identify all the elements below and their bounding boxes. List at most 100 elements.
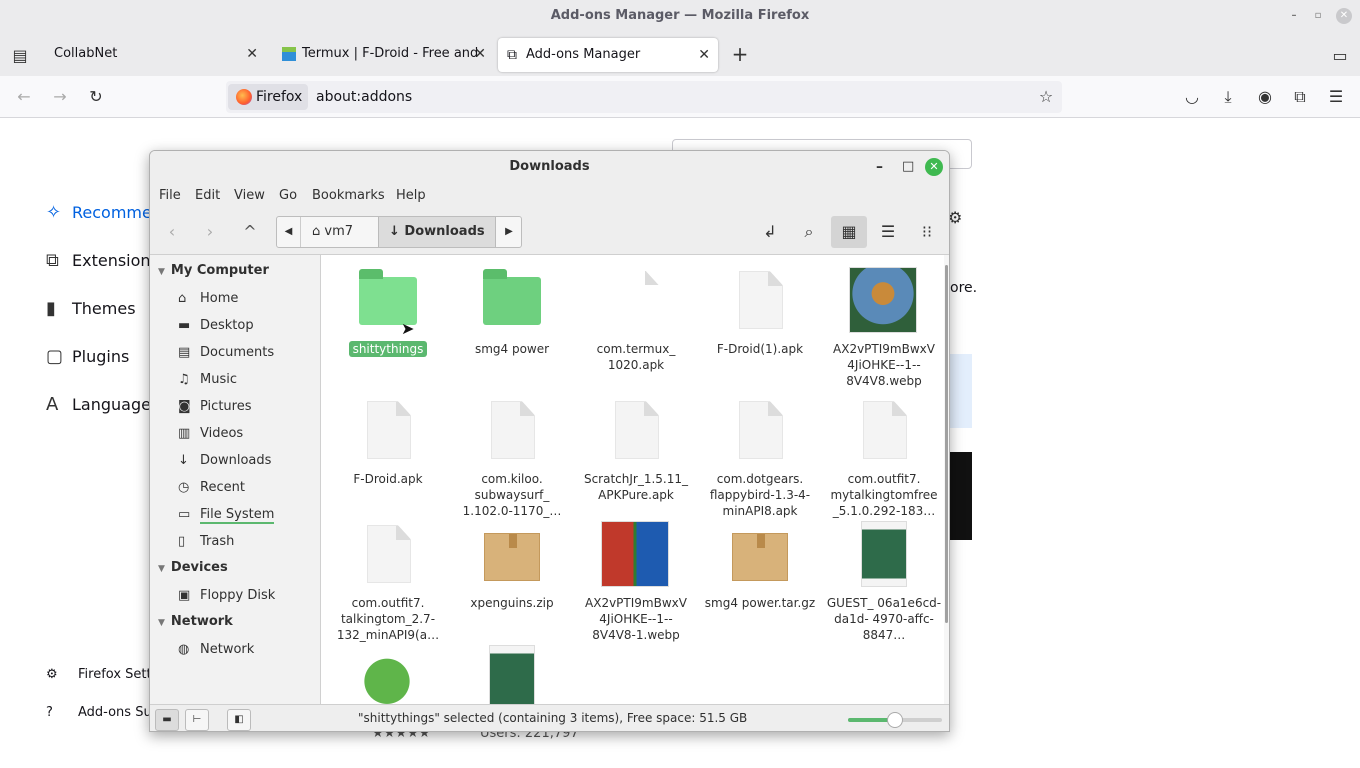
back-icon[interactable]: ‹ bbox=[154, 217, 190, 249]
section-network[interactable]: ▼ Network bbox=[158, 614, 233, 629]
file-item[interactable]: com.kiloo. subwaysurf_ 1.102.0-1170_… bbox=[450, 397, 574, 519]
pocket-icon[interactable]: ◡ bbox=[1182, 87, 1202, 107]
addons-gear-icon[interactable]: ⚙ bbox=[948, 208, 962, 227]
file-item[interactable]: com.outfit7. mytalkingtomfree _5.1.0.292… bbox=[822, 397, 944, 519]
search-icon[interactable]: ⌕ bbox=[791, 216, 827, 248]
close-window-icon[interactable]: ✕ bbox=[1336, 8, 1352, 24]
menu-view[interactable]: View bbox=[234, 188, 265, 203]
file-item[interactable]: F-Droid(1).apk bbox=[698, 267, 822, 357]
breadcrumb-vm7[interactable]: ⌂ vm7 bbox=[302, 217, 378, 247]
show-tree-icon[interactable]: ⊢ bbox=[185, 709, 209, 731]
url-bar[interactable]: Firefox about:addons ☆ bbox=[226, 81, 1062, 113]
file-item[interactable]: ScratchJr_1.5.11_ APKPure.apk bbox=[574, 397, 698, 503]
toggle-location-icon[interactable]: ↲ bbox=[752, 216, 788, 248]
menu-icon[interactable]: ☰ bbox=[1326, 87, 1346, 107]
file-item[interactable] bbox=[326, 645, 450, 704]
minimize-icon[interactable]: – bbox=[876, 151, 883, 183]
tab-collabnet[interactable]: CollabNet ✕ bbox=[44, 36, 266, 74]
firefox-view-icon[interactable]: ▤ bbox=[10, 46, 30, 66]
hide-sidebar-icon[interactable]: ◧ bbox=[227, 709, 251, 731]
image-thumbnail-icon bbox=[601, 521, 669, 587]
menu-bookmarks[interactable]: Bookmarks bbox=[312, 188, 385, 203]
document-icon: ▤ bbox=[178, 345, 191, 360]
file-item[interactable]: ➤ shittythings bbox=[326, 267, 450, 357]
category-extensions[interactable]: ⧉ Extension bbox=[46, 246, 151, 276]
section-my-computer[interactable]: ▼ My Computer bbox=[158, 263, 269, 278]
zoom-slider-knob[interactable] bbox=[887, 712, 903, 728]
account-icon[interactable]: ◉ bbox=[1255, 87, 1275, 107]
addons-support-link[interactable]: ? Add-ons Sup bbox=[46, 703, 160, 723]
category-plugins[interactable]: ▢ Plugins bbox=[46, 342, 129, 372]
file-item[interactable]: AX2vPTI9mBwxV 4JiOHKE--1-- 8V4V8-1.webp bbox=[574, 521, 698, 643]
file-item[interactable]: smg4 power.tar.gz bbox=[698, 521, 822, 611]
toolbar: ‹ › ^ ◀ ⌂ vm7 ↓ Downloads ▶ ↲ ⌕ ▦ ☰ ⁝⁝ bbox=[150, 211, 949, 255]
firefox-settings-link[interactable]: ⚙ Firefox Setti bbox=[46, 665, 155, 685]
file-item[interactable]: com.outfit7. talkingtom_2.7- 132_minAPI9… bbox=[326, 521, 450, 643]
file-name: ScratchJr_1.5.11_ APKPure.apk bbox=[583, 472, 689, 502]
new-tab-icon[interactable]: + bbox=[730, 44, 750, 64]
menu-go[interactable]: Go bbox=[279, 188, 297, 203]
category-recommended[interactable]: ✧ Recomme bbox=[46, 198, 152, 228]
scrollbar[interactable] bbox=[944, 255, 949, 704]
sidebar-item-desktop[interactable]: ▬ Desktop bbox=[178, 317, 254, 335]
up-icon[interactable]: ^ bbox=[232, 217, 268, 249]
list-view-icon[interactable]: ☰ bbox=[870, 216, 906, 248]
bookmark-star-icon[interactable]: ☆ bbox=[1036, 87, 1056, 107]
file-item[interactable]: F-Droid.apk bbox=[326, 397, 450, 487]
zoom-slider[interactable] bbox=[848, 712, 942, 728]
scrollbar-thumb[interactable] bbox=[945, 265, 948, 623]
sidebar-item-floppy-disk[interactable]: ▣ Floppy Disk bbox=[178, 587, 275, 605]
close-tab-icon[interactable]: ✕ bbox=[246, 36, 258, 72]
sidebar-item-home[interactable]: ⌂ Home bbox=[178, 290, 238, 308]
url-text[interactable]: about:addons bbox=[316, 81, 412, 113]
compact-view-icon[interactable]: ⁝⁝ bbox=[909, 216, 945, 248]
close-tab-icon[interactable]: ✕ bbox=[474, 36, 486, 72]
icon-view-icon[interactable]: ▦ bbox=[831, 216, 867, 248]
breadcrumb-right-icon[interactable]: ▶ bbox=[497, 217, 521, 247]
section-devices[interactable]: ▼ Devices bbox=[158, 560, 228, 575]
forward-icon[interactable]: › bbox=[192, 217, 228, 249]
file-item[interactable]: com.dotgears. flappybird-1.3-4- minAPI8.… bbox=[698, 397, 822, 519]
tab-addons-manager[interactable]: ⧉ Add-ons Manager ✕ bbox=[498, 38, 718, 72]
sidebar-item-documents[interactable]: ▤ Documents bbox=[178, 344, 274, 362]
file-name: smg4 power bbox=[474, 342, 550, 356]
file-item[interactable]: com.termux_ 1020.apk bbox=[574, 267, 698, 373]
file-item[interactable]: AX2vPTI9mBwxV 4JiOHKE--1-- 8V4V8.webp bbox=[822, 267, 944, 389]
sidebar-item-music[interactable]: ♫ Music bbox=[178, 371, 237, 389]
file-item[interactable]: xpenguins.zip bbox=[450, 521, 574, 611]
minimize-icon[interactable]: – bbox=[1286, 8, 1302, 24]
close-tab-icon[interactable]: ✕ bbox=[698, 38, 710, 72]
reload-icon[interactable]: ↻ bbox=[86, 87, 106, 107]
file-item[interactable]: smg4 power bbox=[450, 267, 574, 357]
maximize-icon[interactable]: □ bbox=[902, 151, 914, 183]
forward-icon[interactable]: → bbox=[50, 87, 70, 107]
file-item[interactable] bbox=[450, 645, 574, 704]
close-icon[interactable]: ✕ bbox=[925, 158, 943, 176]
menu-edit[interactable]: Edit bbox=[195, 188, 220, 203]
extensions-icon[interactable]: ⧉ bbox=[1290, 87, 1310, 107]
downloads-icon[interactable]: ⤓ bbox=[1218, 87, 1238, 107]
identity-box[interactable]: Firefox bbox=[228, 84, 309, 110]
sidebar-item-network[interactable]: ◍ Network bbox=[178, 641, 254, 659]
list-all-tabs-icon[interactable]: ▭ bbox=[1330, 46, 1350, 66]
menu-file[interactable]: File bbox=[159, 188, 181, 203]
identity-label: Firefox bbox=[256, 89, 303, 105]
addons-banner-edge bbox=[950, 354, 972, 428]
sidebar-item-recent[interactable]: ◷ Recent bbox=[178, 479, 245, 497]
sidebar-item-trash[interactable]: ▯ Trash bbox=[178, 533, 234, 551]
sidebar-item-videos[interactable]: ▥ Videos bbox=[178, 425, 243, 443]
sidebar-item-pictures[interactable]: ◙ Pictures bbox=[178, 398, 251, 416]
back-icon[interactable]: ← bbox=[14, 87, 34, 107]
category-themes[interactable]: ▮ Themes bbox=[46, 294, 136, 324]
maximize-icon[interactable]: ▫ bbox=[1310, 8, 1326, 24]
file-item[interactable]: GUEST_ 06a1e6cd-da1d- 4970-affc-8847… bbox=[822, 521, 944, 643]
tab-termux[interactable]: Termux | F-Droid - Free and ✕ bbox=[272, 36, 494, 74]
file-name: AX2vPTI9mBwxV 4JiOHKE--1-- 8V4V8-1.webp bbox=[585, 596, 687, 642]
category-languages[interactable]: A Language bbox=[46, 390, 151, 420]
breadcrumb-downloads[interactable]: ↓ Downloads bbox=[378, 217, 496, 247]
show-places-icon[interactable]: ▬ bbox=[155, 709, 179, 731]
sidebar-item-downloads[interactable]: ↓ Downloads bbox=[178, 452, 271, 470]
sidebar-item-file-system[interactable]: ▭ File System bbox=[178, 506, 275, 524]
menu-help[interactable]: Help bbox=[396, 188, 426, 203]
breadcrumb-left-icon[interactable]: ◀ bbox=[277, 217, 301, 247]
